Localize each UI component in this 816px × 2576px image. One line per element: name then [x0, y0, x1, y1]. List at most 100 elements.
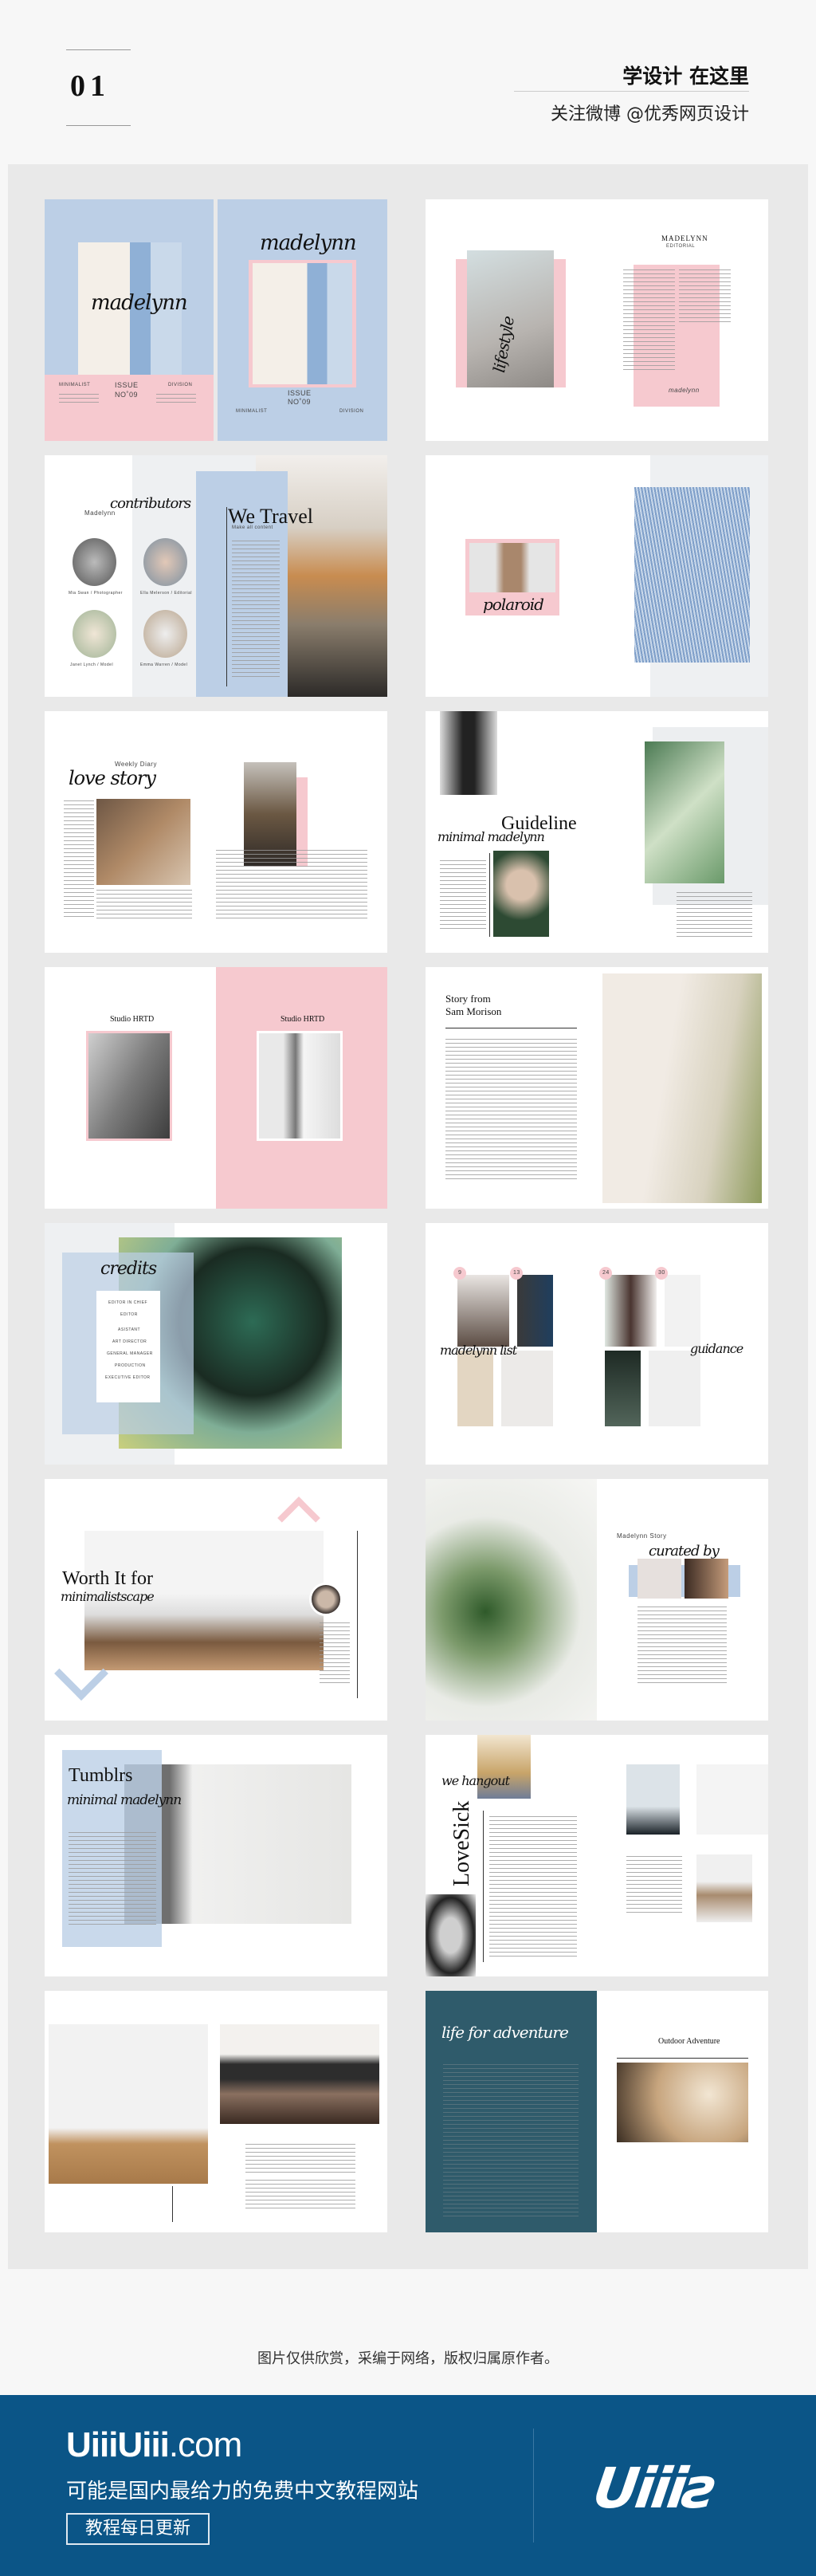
avatar — [309, 1583, 343, 1616]
script-title: life for adventure — [441, 2023, 569, 2042]
spread-story: Story from Sam Morison — [426, 967, 768, 1209]
brand-sub: EDITORIAL — [666, 244, 696, 249]
headline: LoveSick — [449, 1800, 474, 1886]
photo — [517, 1275, 553, 1347]
signature: madelynn — [669, 387, 700, 394]
spread-studio: Studio HRTD Studio HRTD — [45, 967, 387, 1209]
header-title: 学设计 在这里 — [622, 65, 749, 88]
label: DIVISION — [339, 409, 364, 414]
label: MINIMALIST — [59, 383, 91, 387]
daily-update-badge[interactable]: 教程每日更新 — [66, 2513, 210, 2545]
credit-role: EDITOR — [120, 1312, 138, 1317]
headline: Outdoor Adventure — [658, 2037, 720, 2046]
spread-polaroid: polaroid — [426, 455, 768, 697]
script-title: polaroid — [483, 595, 544, 614]
photo — [696, 1854, 752, 1922]
photo — [477, 1735, 531, 1799]
photo — [665, 1275, 700, 1347]
photo — [617, 2063, 748, 2142]
tagline: Make all content — [232, 525, 273, 530]
item-number: 9 — [458, 1270, 462, 1276]
spread-worth-it: Worth It for minimalistscape — [45, 1479, 387, 1721]
person-name: Ella Melerson / Editorial — [140, 591, 193, 596]
uiiiuiii-logo: Uiiiƨ — [589, 2456, 719, 2521]
photo — [426, 1479, 597, 1721]
script-title: madelynn list — [440, 1343, 517, 1358]
avatar — [143, 538, 187, 586]
script-title: love story — [69, 767, 156, 789]
spread-curated: Madelynn Story curated by — [426, 1479, 768, 1721]
avatar — [73, 538, 116, 586]
issue-number: NO˚09 — [115, 391, 139, 399]
photo — [426, 1894, 476, 1976]
photo — [685, 1559, 728, 1599]
item-number: 24 — [602, 1270, 610, 1276]
divider — [533, 2429, 534, 2543]
credit-role: PRODUCTION — [115, 1363, 146, 1368]
avatar — [73, 610, 116, 658]
spread-list: 9 13 24 30 madelynn list guidance — [426, 1223, 768, 1465]
person-name: Emma Warren / Model — [140, 663, 188, 667]
credit-role: ASISTANT — [118, 1327, 141, 1332]
spread-credits: credits EDITOR IN CHIEF EDITOR ASISTANT … — [45, 1223, 387, 1465]
photo — [440, 711, 497, 795]
credit-role: GENERAL MANAGER — [107, 1351, 153, 1356]
photo — [649, 1351, 700, 1426]
cover-photo — [253, 263, 352, 384]
photo — [645, 741, 724, 883]
item-number: 30 — [658, 1270, 665, 1276]
photo — [626, 1764, 680, 1835]
footer-banner: UiiiUiii.com 可能是国内最给力的免费中文教程网站 教程每日更新 Ui… — [0, 2395, 816, 2576]
brand-name: UiiiUiii — [66, 2425, 170, 2464]
script-title: madelynn — [260, 231, 357, 255]
label: Madelynn Story — [617, 1532, 667, 1540]
script-title: minimal madelynn — [437, 829, 545, 844]
headline: Tumblrs — [69, 1765, 133, 1786]
photo — [602, 973, 762, 1203]
person-name: Janet Lynch / Model — [70, 663, 114, 667]
photo — [96, 799, 190, 885]
script-title: minimalistscape — [61, 1589, 155, 1604]
item-number: 13 — [513, 1270, 520, 1276]
script-title: minimal madelynn — [67, 1792, 182, 1808]
script-title: contributors — [110, 495, 191, 512]
label: MINIMALIST — [236, 409, 268, 414]
divider — [514, 91, 749, 92]
credit-role: EDITOR IN CHIEF — [108, 1300, 148, 1305]
script-title: credits — [100, 1259, 157, 1279]
headline: Sam Morison — [445, 1005, 502, 1017]
photo — [457, 1275, 509, 1347]
script-title: we hangout — [441, 1773, 510, 1788]
photo — [605, 1275, 657, 1347]
divider — [66, 125, 131, 126]
photo — [220, 2024, 379, 2124]
divider — [66, 49, 131, 50]
photo — [49, 2024, 208, 2184]
photo — [634, 487, 750, 663]
brand: MADELYNN — [661, 234, 708, 242]
photo — [469, 543, 555, 592]
photo — [605, 1351, 641, 1426]
tagline: 可能是国内最给力的免费中文教程网站 — [66, 2480, 419, 2503]
spread-contributors: Madelynn contributors Mia Swan / Photogr… — [45, 455, 387, 697]
gallery-panel: madelynn madelynn MINIMALIST ISSUE NO˚09… — [8, 164, 808, 2269]
spread-lovesick: we hangout LoveSick — [426, 1735, 768, 1976]
photo — [638, 1559, 681, 1599]
copyright-caption: 图片仅供欣赏，采编于网络，版权归属原作者。 — [257, 2350, 559, 2367]
header-subtitle: 关注微博 @优秀网页设计 — [551, 104, 749, 124]
issue-label: ISSUE — [115, 381, 139, 389]
spread-guideline: Guideline minimal madelynn — [426, 711, 768, 953]
headline: Worth It for — [62, 1568, 154, 1589]
section-number: 01 — [70, 69, 110, 103]
photo — [501, 1351, 553, 1426]
script-title: guidance — [690, 1341, 743, 1356]
spread-cover: madelynn madelynn MINIMALIST ISSUE NO˚09… — [45, 199, 387, 441]
script-title: madelynn — [91, 291, 188, 315]
headline: Studio HRTD — [110, 1015, 155, 1024]
person-name: Mia Swan / Photographer — [69, 591, 123, 596]
brand-link[interactable]: UiiiUiii.com — [66, 2425, 242, 2465]
script-title: curated by — [649, 1543, 720, 1559]
spread-tumblrs: Tumblrs minimal madelynn — [45, 1735, 387, 1976]
photo — [259, 1033, 340, 1139]
headline: Studio HRTD — [280, 1015, 325, 1024]
